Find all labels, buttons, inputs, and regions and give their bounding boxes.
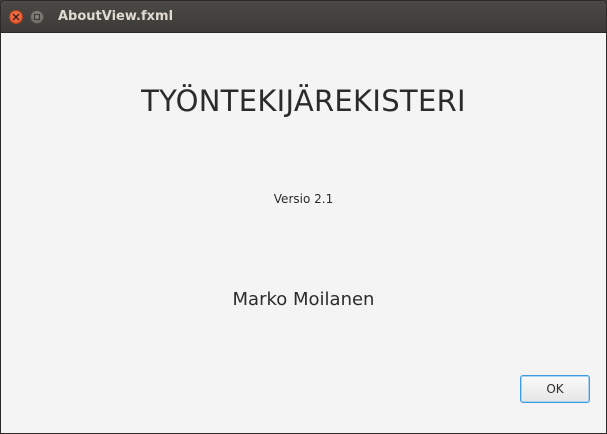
close-icon — [12, 13, 20, 21]
title-bar[interactable]: AboutView.fxml — [1, 1, 606, 33]
author-label: Marko Moilanen — [232, 289, 375, 310]
minimize-button[interactable] — [30, 10, 44, 24]
about-window: AboutView.fxml TYÖNTEKIJÄREKISTERI Versi… — [0, 0, 607, 434]
minimize-icon — [33, 13, 41, 21]
version-label: Versio 2.1 — [273, 192, 334, 206]
app-title: TYÖNTEKIJÄREKISTERI — [141, 84, 466, 118]
ok-button[interactable]: OK — [520, 375, 590, 403]
about-content: TYÖNTEKIJÄREKISTERI Versio 2.1 Marko Moi… — [1, 33, 606, 433]
window-title: AboutView.fxml — [58, 9, 174, 24]
close-button[interactable] — [9, 10, 23, 24]
